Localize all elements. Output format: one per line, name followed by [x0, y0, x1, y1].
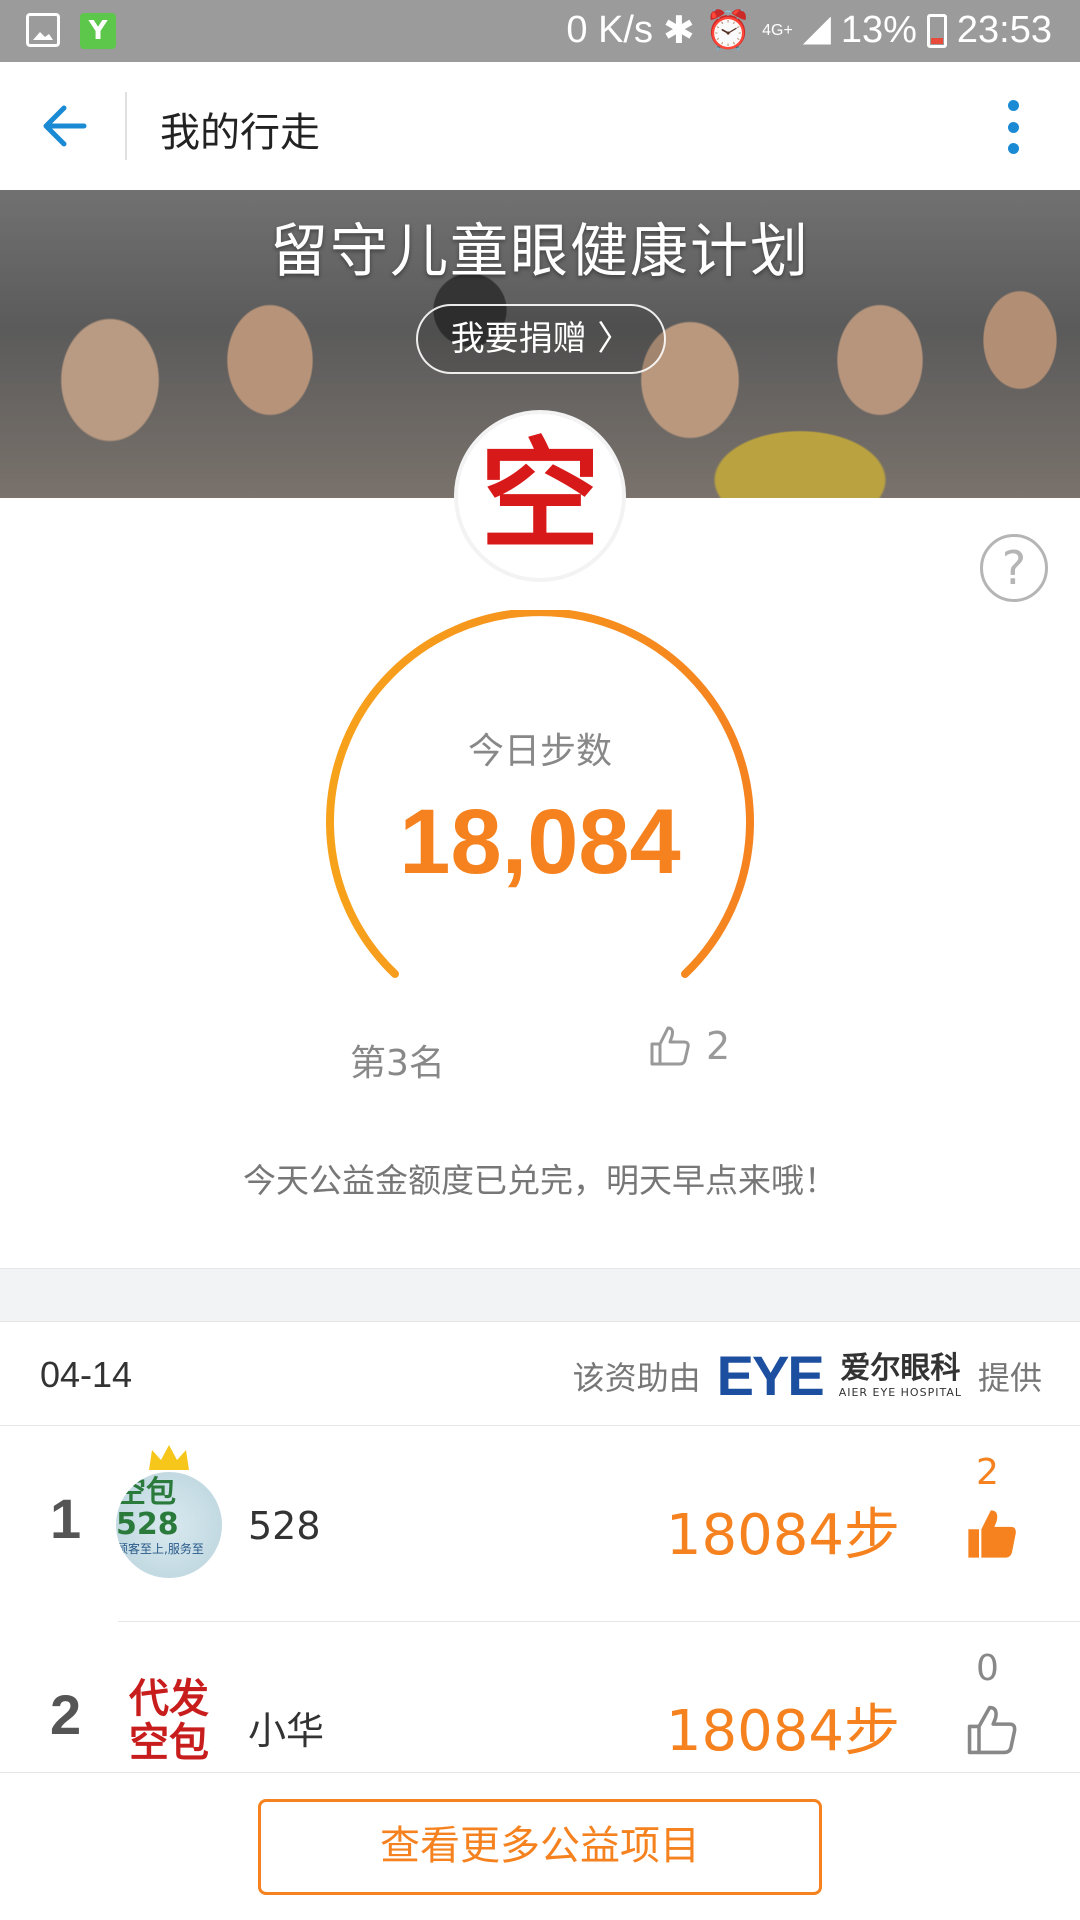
row-steps: 18084步	[665, 1503, 900, 1568]
row-rank: 1	[50, 1487, 82, 1550]
leaderboard-header: 04-14 该资助由 EYE 爱尔眼科 AIER EYE HOSPITAL 提供	[0, 1322, 1080, 1426]
likes-count: 2	[706, 1024, 731, 1068]
sponsor-prefix: 该资助由	[572, 1359, 701, 1397]
rank-text[interactable]: 第3名	[350, 1034, 445, 1086]
image-notification-icon	[26, 13, 60, 47]
leaderboard-row[interactable]: 1 空包528 顾客至上,服务至诚。 528 18084步 2	[0, 1426, 1080, 1622]
more-projects-button[interactable]: 查看更多公益项目	[258, 1799, 822, 1895]
network-type: 4G+	[762, 21, 793, 39]
sponsor-name-en: AIER EYE HOSPITAL	[838, 1386, 962, 1399]
avatar-line-2: 空包	[129, 1719, 209, 1766]
sponsor-info: 该资助由 EYE 爱尔眼科 AIER EYE HOSPITAL 提供	[573, 1348, 1042, 1404]
avatar-line-1: 代发	[129, 1675, 209, 1722]
banner-title: 留守儿童眼健康计划	[269, 217, 810, 285]
user-avatar[interactable]: 空	[454, 410, 626, 582]
more-vertical-icon[interactable]	[1006, 100, 1020, 154]
section-separator	[0, 1268, 1080, 1322]
eye-logo: EYE	[716, 1344, 825, 1407]
avatar-text: 空包528	[116, 1475, 179, 1542]
row-like-count: 2	[976, 1452, 999, 1493]
avatar-subtext: 顾客至上,服务至诚。	[116, 1542, 204, 1572]
steps-value: 18,084	[399, 791, 681, 893]
clock: 23:53	[956, 9, 1052, 51]
thumbs-up-icon[interactable]	[966, 1704, 1018, 1756]
sponsor-suffix: 提供	[977, 1359, 1042, 1397]
battery-percent: 13%	[840, 9, 917, 51]
leaderboard-date: 04-14	[40, 1354, 133, 1395]
header-divider	[125, 92, 127, 160]
avatar[interactable]: 代发 空包	[116, 1668, 222, 1774]
battery-icon	[926, 13, 947, 48]
crown-icon	[149, 1445, 189, 1470]
row-name: 小华	[248, 1709, 325, 1753]
notice-text: 今天公益金额度已兑完，明天早点来哦！	[243, 1161, 837, 1200]
app-header: 我的行走	[0, 62, 1080, 190]
bottom-bar: 查看更多公益项目	[0, 1772, 1080, 1920]
likes-counter[interactable]: 2	[648, 1024, 730, 1068]
steps-label: 今日步数	[467, 731, 612, 772]
y-app-icon: Y	[80, 13, 116, 49]
thumbs-up-filled-icon[interactable]	[966, 1508, 1018, 1560]
row-name: 528	[248, 1504, 321, 1548]
row-steps: 18084步	[665, 1699, 900, 1764]
signal-icon	[803, 17, 831, 45]
aier-logo: 爱尔眼科 AIER EYE HOSPITAL	[839, 1352, 962, 1400]
network-speed: 0 K/s	[566, 9, 653, 51]
help-icon[interactable]: ?	[980, 534, 1048, 602]
page-title: 我的行走	[160, 110, 320, 156]
sponsor-name-cn: 爱尔眼科	[840, 1351, 961, 1386]
avatar-text: 空	[480, 425, 600, 566]
bluetooth-icon: ✱	[662, 10, 695, 52]
row-rank: 2	[50, 1683, 82, 1746]
thumbs-up-icon	[650, 1026, 690, 1066]
avatar[interactable]: 空包528 顾客至上,服务至诚。	[116, 1472, 222, 1578]
status-bar: Y 0 K/s ✱ ⏰ 4G+ 13% 23:53	[0, 0, 1080, 62]
row-like-count: 0	[976, 1648, 999, 1689]
alarm-icon: ⏰	[704, 9, 753, 52]
arrow-left-icon[interactable]	[38, 98, 94, 154]
donate-button[interactable]: 我要捐赠 〉	[416, 304, 666, 374]
